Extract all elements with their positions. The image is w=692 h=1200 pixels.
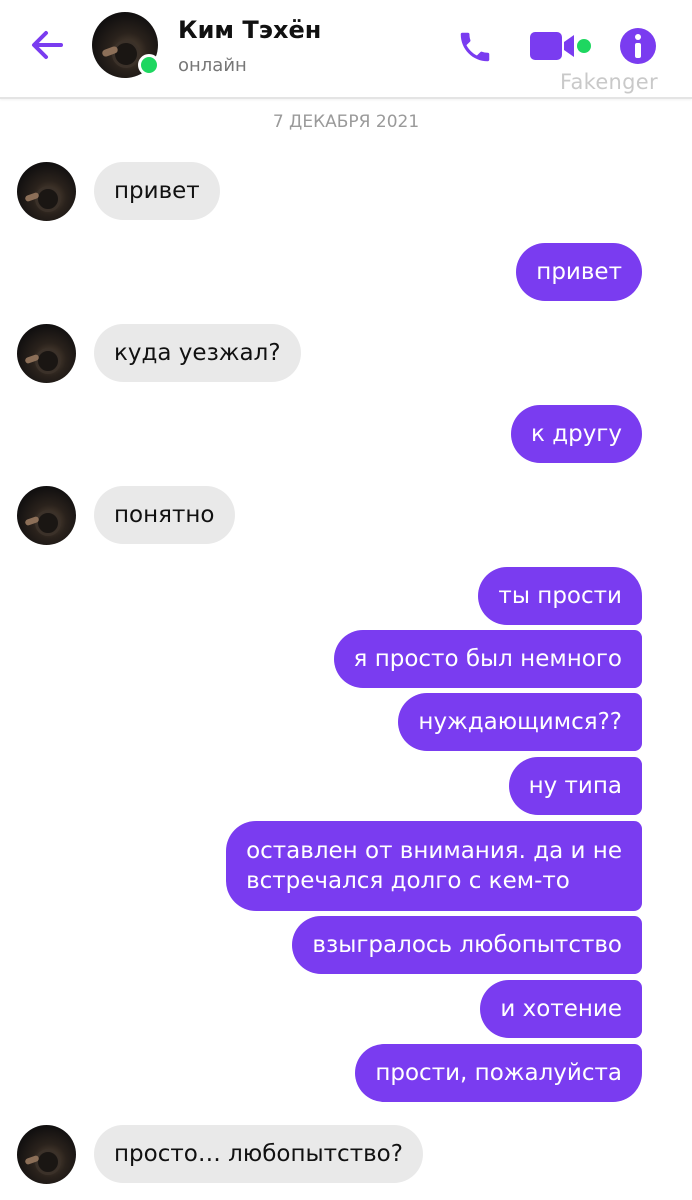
contact-name[interactable]: Ким Тэхён bbox=[178, 16, 321, 44]
outgoing-message[interactable]: взыгралось любопытство bbox=[292, 916, 642, 974]
outgoing-message[interactable]: и хотение bbox=[480, 980, 642, 1038]
incoming-message[interactable]: привет bbox=[94, 162, 220, 220]
incoming-message[interactable]: понятно bbox=[94, 486, 235, 544]
sender-avatar[interactable] bbox=[17, 486, 76, 545]
outgoing-message[interactable]: ты прости bbox=[478, 567, 642, 625]
call-button[interactable] bbox=[452, 24, 498, 70]
video-camera-icon bbox=[530, 32, 591, 60]
arrow-left-icon bbox=[32, 31, 63, 59]
avatar-photo bbox=[112, 40, 140, 68]
outgoing-message[interactable]: привет bbox=[516, 243, 642, 301]
message-line: встречался долго с кем-то bbox=[246, 868, 570, 894]
date-separator: 7 ДЕКАБРЯ 2021 bbox=[272, 112, 420, 132]
chat-screen: Ким Тэхён онлайн Fakenger 7 ДЕКАБРЯ 2021 bbox=[0, 0, 692, 1200]
incoming-message[interactable]: просто… любопытство? bbox=[94, 1125, 423, 1183]
online-status-dot bbox=[138, 54, 160, 76]
sender-avatar[interactable] bbox=[17, 162, 76, 221]
sender-avatar[interactable] bbox=[17, 1125, 76, 1184]
info-icon bbox=[620, 28, 656, 64]
outgoing-message[interactable]: оставлен от внимания. да и не встречался… bbox=[226, 821, 642, 911]
contact-status: онлайн bbox=[178, 55, 247, 76]
contact-avatar[interactable] bbox=[92, 12, 160, 78]
incoming-message[interactable]: куда уезжал? bbox=[94, 324, 301, 382]
outgoing-message[interactable]: я просто был немного bbox=[333, 630, 642, 688]
outgoing-message[interactable]: ну типа bbox=[508, 757, 642, 815]
info-button[interactable] bbox=[616, 24, 660, 68]
outgoing-message[interactable]: прости, пожалуйста bbox=[355, 1044, 642, 1102]
outgoing-message[interactable]: к другу bbox=[510, 405, 642, 463]
back-button[interactable] bbox=[24, 22, 70, 68]
watermark: Fakenger bbox=[560, 70, 658, 94]
message-line: оставлен от внимания. да и не bbox=[246, 838, 622, 864]
sender-avatar[interactable] bbox=[17, 324, 76, 383]
outgoing-message[interactable]: нуждающимся?? bbox=[398, 693, 642, 751]
video-call-button[interactable] bbox=[526, 26, 594, 66]
phone-icon bbox=[460, 32, 490, 62]
chat-header: Ким Тэхён онлайн Fakenger bbox=[0, 0, 692, 99]
